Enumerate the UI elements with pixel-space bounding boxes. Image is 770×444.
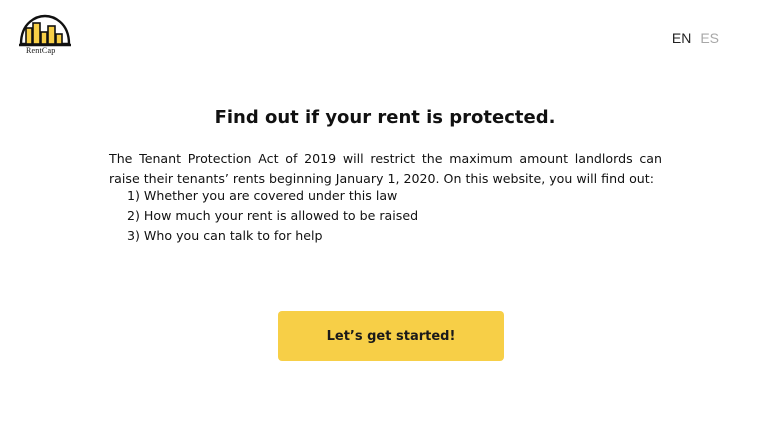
lang-en[interactable]: EN	[672, 30, 691, 46]
lang-es[interactable]: ES	[700, 30, 719, 46]
logo-text: RentCap	[26, 46, 56, 55]
list-item: 1) Whether you are covered under this la…	[127, 188, 398, 203]
list-item: 2) How much your rent is allowed to be r…	[127, 208, 419, 223]
get-started-button[interactable]: Let’s get started!	[278, 311, 504, 361]
list-item: 3) Who you can talk to for help	[127, 228, 323, 243]
steps-list: 1) Whether you are covered under this la…	[127, 186, 418, 246]
language-switcher: EN ES	[672, 30, 719, 46]
building-logo-icon	[19, 14, 71, 47]
page-title: Find out if your rent is protected.	[214, 107, 556, 128]
page: RentCap EN ES Find out if your rent is p…	[0, 0, 770, 444]
intro-paragraph: The Tenant Protection Act of 2019 will r…	[109, 151, 662, 186]
